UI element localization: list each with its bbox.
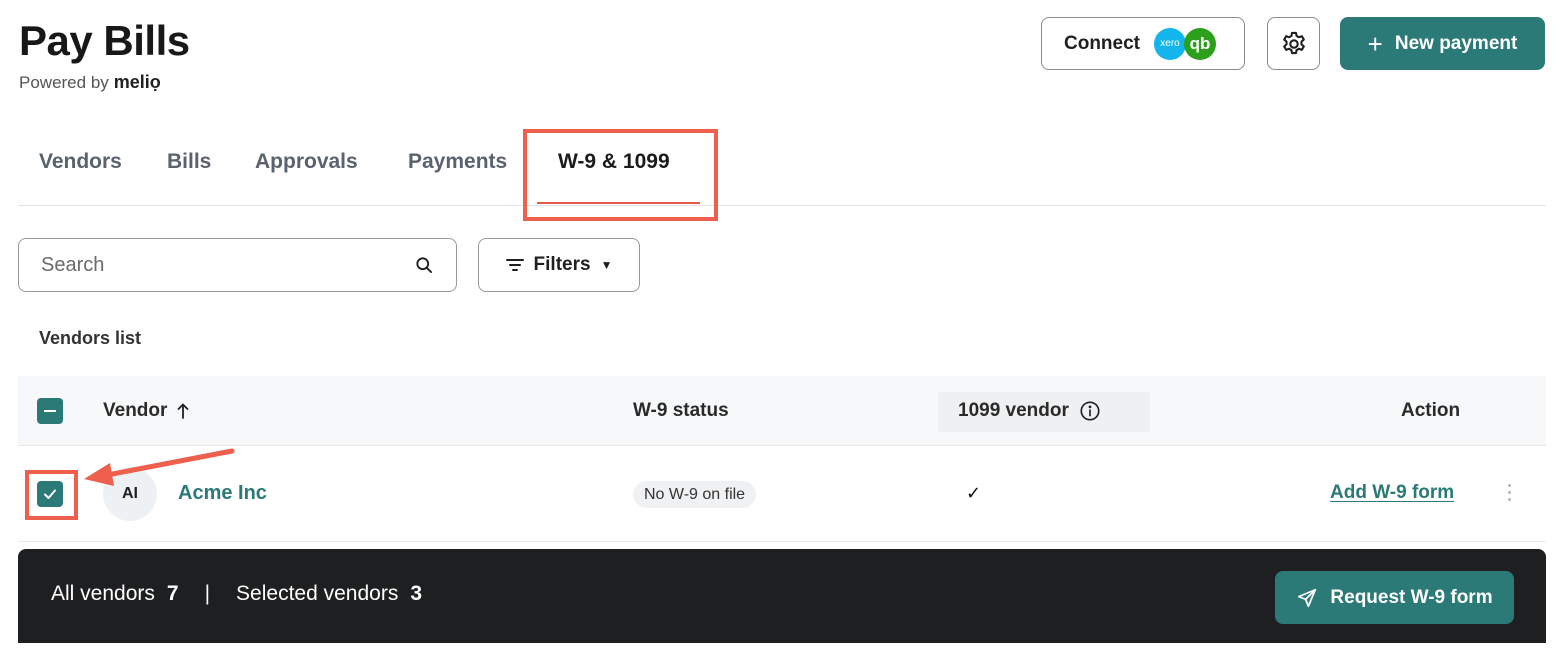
request-w9-label: Request W-9 form — [1330, 586, 1493, 608]
selection-action-bar: All vendors 7 | Selected vendors 3 Reque… — [18, 549, 1546, 643]
vendor-counts: All vendors 7 | Selected vendors 3 — [51, 582, 422, 606]
send-icon — [1298, 588, 1317, 607]
request-w9-form-button[interactable]: Request W-9 form — [1275, 571, 1514, 624]
selected-vendors-count: 3 — [410, 582, 423, 605]
all-vendors-count: 7 — [166, 582, 179, 605]
selected-vendors-label: Selected vendors — [236, 582, 399, 605]
all-vendors-label: All vendors — [51, 582, 155, 605]
counts-separator: | — [204, 582, 211, 605]
